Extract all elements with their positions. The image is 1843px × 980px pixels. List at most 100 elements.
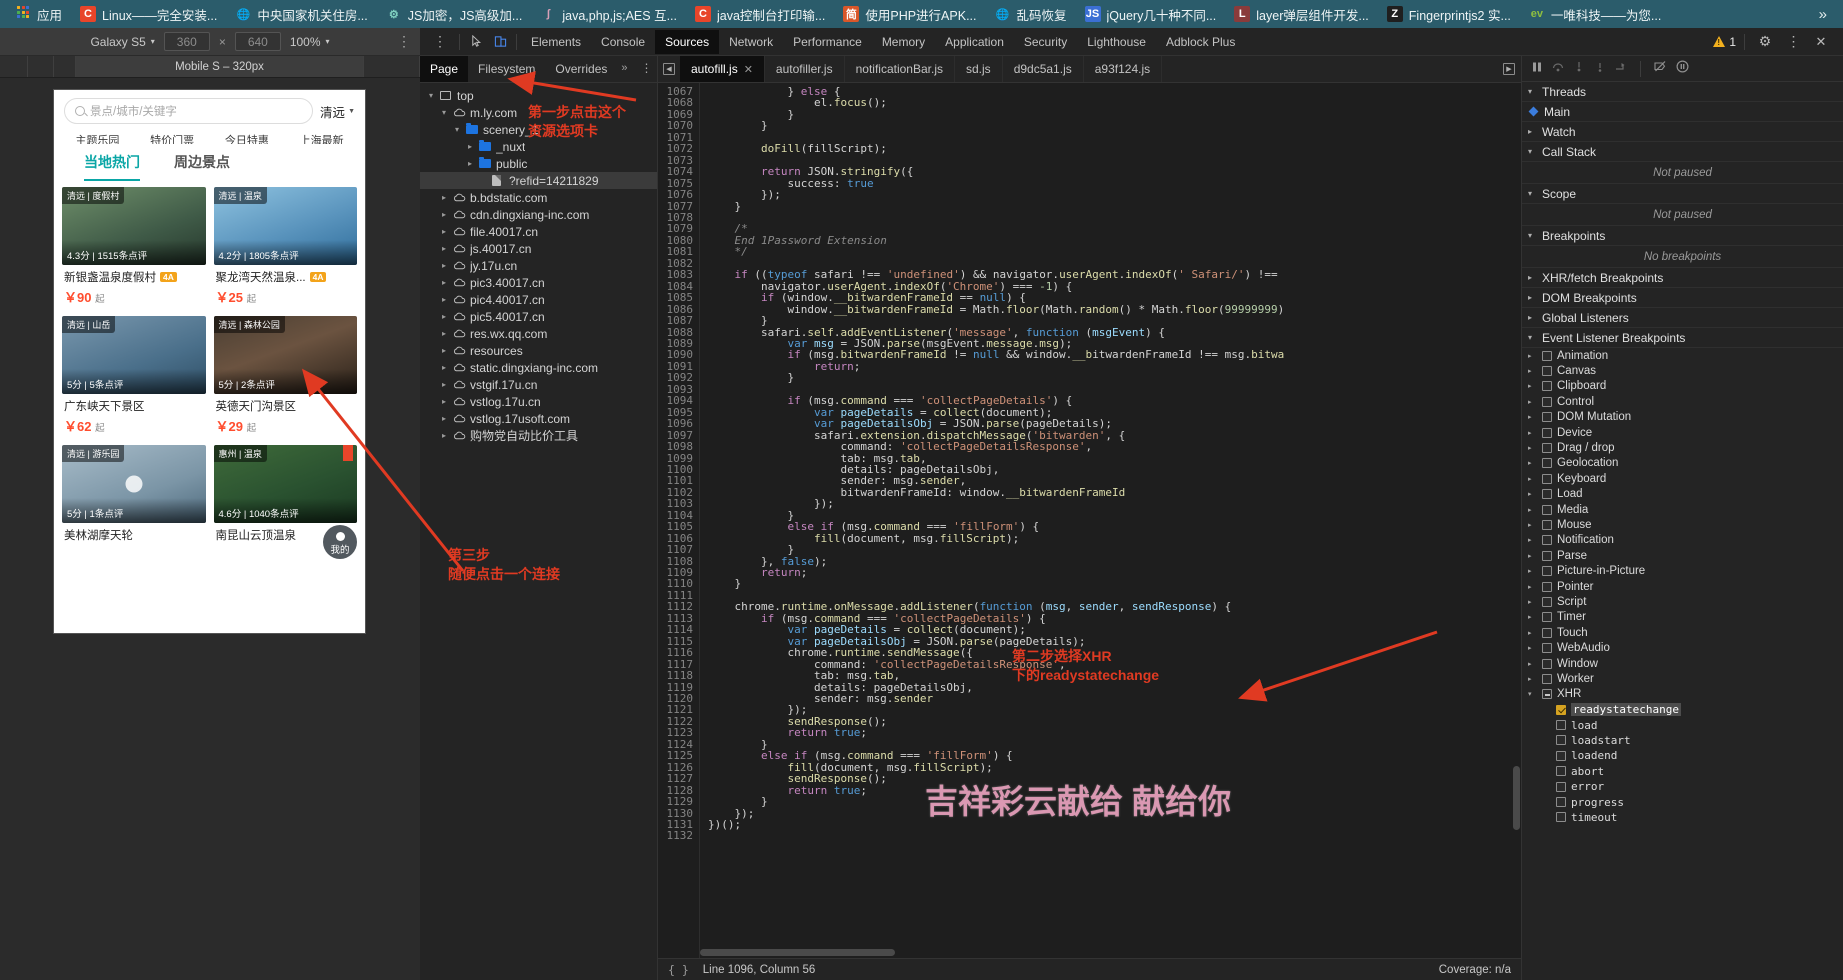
event-listener-row[interactable]: ▸ Animation	[1522, 348, 1843, 363]
inspect-element-icon[interactable]	[464, 31, 488, 53]
tree-node[interactable]: ▸ pic4.40017.cn	[420, 291, 657, 308]
category-item[interactable]: 特价门票	[150, 132, 194, 144]
bookmarks-overflow-icon[interactable]: »	[1809, 4, 1837, 25]
navigator-more-icon[interactable]: ⋮	[632, 56, 661, 82]
chevron-right-icon[interactable]: ▸	[1528, 367, 1537, 375]
event-listener-row[interactable]: error	[1522, 779, 1843, 794]
chevron-right-icon[interactable]: ▸	[439, 244, 449, 253]
device-select[interactable]: Galaxy S5 ▾	[90, 35, 154, 49]
bookmark-item[interactable]: 🌐 乱码恢复	[986, 2, 1076, 27]
chevron-down-icon[interactable]: ▾	[452, 125, 462, 134]
editor-tab-d9dc5a1-js[interactable]: d9dc5a1.js	[1003, 56, 1084, 82]
event-listener-row[interactable]: ▸ Geolocation	[1522, 456, 1843, 471]
navigator-tab-page[interactable]: Page	[420, 56, 469, 82]
tree-node[interactable]: ▾ scenery_1	[420, 121, 657, 138]
editor-horizontal-scrollbar[interactable]	[700, 949, 1513, 956]
debugger-section-xhr-fetch-breakpoints[interactable]: ▸ XHR/fetch Breakpoints	[1522, 268, 1843, 288]
event-listener-row[interactable]: ▸ Window	[1522, 656, 1843, 671]
chevron-right-icon[interactable]: ▸	[465, 159, 475, 168]
device-height-input[interactable]: 640	[234, 32, 281, 51]
debugger-section-event-listener-breakpoints[interactable]: ▾ Event Listener Breakpoints	[1522, 328, 1843, 348]
device-toolbar-toggle-icon[interactable]	[488, 31, 512, 53]
step-icon[interactable]	[1615, 60, 1627, 78]
tab-application[interactable]: Application	[935, 30, 1014, 54]
ruler-segment[interactable]	[364, 56, 420, 77]
gear-icon[interactable]: ⚙	[1753, 31, 1777, 53]
chevron-right-icon[interactable]: ▸	[1528, 675, 1537, 683]
close-icon[interactable]: ✕	[1809, 31, 1833, 53]
event-listener-checkbox[interactable]	[1556, 812, 1566, 823]
chevron-right-icon[interactable]: ▸	[439, 295, 449, 304]
event-listener-checkbox[interactable]	[1556, 735, 1566, 746]
bookmark-item[interactable]: Llayer弹层组件开发...	[1225, 2, 1378, 27]
scrollbar-thumb[interactable]	[700, 949, 895, 956]
event-listener-checkbox[interactable]	[1542, 550, 1552, 561]
chevron-down-icon[interactable]: ▾	[1528, 231, 1537, 240]
ruler-segment[interactable]	[54, 56, 76, 77]
debugger-section-watch[interactable]: ▸ Watch	[1522, 122, 1843, 142]
chevron-right-icon[interactable]: ▸	[1528, 413, 1537, 421]
attraction-card[interactable]: 清远 | 温泉 4.2分 | 1805条点评 聚龙湾天然温泉... 4A ￥25 起	[213, 187, 357, 308]
ruler-segment[interactable]	[0, 56, 28, 77]
chevron-down-icon[interactable]: ▾	[1528, 87, 1537, 96]
chevron-right-icon[interactable]: ▸	[439, 431, 449, 440]
event-listener-row[interactable]: ▸ Control	[1522, 394, 1843, 409]
event-listener-checkbox[interactable]	[1542, 535, 1552, 546]
event-listener-row[interactable]: ▸ Mouse	[1522, 517, 1843, 532]
bookmark-item[interactable]: C Linux——完全安装...	[71, 2, 226, 27]
chevron-right-icon[interactable]: ▸	[1528, 521, 1537, 529]
debugger-section-global-listeners[interactable]: ▸ Global Listeners	[1522, 308, 1843, 328]
event-listener-checkbox[interactable]	[1542, 504, 1552, 515]
chevron-right-icon[interactable]: ▸	[1528, 398, 1537, 406]
chevron-down-icon[interactable]: ▾	[1528, 189, 1537, 198]
ruler-segment[interactable]	[28, 56, 54, 77]
editor-vertical-scrollbar[interactable]	[1513, 83, 1520, 958]
event-listener-row[interactable]: ▸ Canvas	[1522, 363, 1843, 378]
event-listener-row[interactable]: ▸ Picture-in-Picture	[1522, 563, 1843, 578]
attraction-card[interactable]: 清远 | 度假村 4.3分 | 1515条点评 新银盏温泉度假村 4A ￥90 起	[62, 187, 206, 308]
event-listener-row[interactable]: ▾ XHR	[1522, 687, 1843, 702]
bookmark-apps[interactable]: 应用	[6, 2, 71, 27]
source-code[interactable]: } else { el.focus(); } } doFill(fillScri…	[700, 83, 1521, 958]
category-row[interactable]: 主题乐园 特价门票 今日特惠 上海最新	[54, 132, 365, 144]
event-listener-checkbox[interactable]	[1542, 381, 1552, 392]
event-listener-row[interactable]: ▸ Worker	[1522, 671, 1843, 686]
deactivate-breakpoints-icon[interactable]	[1654, 60, 1667, 78]
chevron-right-icon[interactable]: ▸	[1528, 490, 1537, 498]
chevron-down-icon[interactable]: ▾	[426, 91, 436, 100]
device-width-input[interactable]: 360	[163, 32, 210, 51]
chevron-right-icon[interactable]: ▸	[1528, 583, 1537, 591]
category-item[interactable]: 今日特惠	[225, 132, 269, 144]
event-listener-row[interactable]: ▸ Load	[1522, 487, 1843, 502]
emulated-page[interactable]: 景点/城市/关键字 清远 ▼ 主题乐园 特价门票 今日特惠 上海最新 当地热门 周边景点…	[53, 89, 366, 634]
navigator-overflow-icon[interactable]: »	[617, 56, 631, 82]
step-into-icon[interactable]	[1573, 60, 1585, 78]
event-listener-checkbox[interactable]	[1556, 750, 1566, 761]
pause-resume-icon[interactable]	[1531, 60, 1543, 78]
event-listener-row[interactable]: progress	[1522, 794, 1843, 809]
editor-tab-notificationBar-js[interactable]: notificationBar.js	[845, 56, 955, 82]
chevron-right-icon[interactable]: ▸	[1528, 127, 1537, 136]
event-listener-row[interactable]: ▸ DOM Mutation	[1522, 410, 1843, 425]
event-listener-row[interactable]: ▸ Notification	[1522, 533, 1843, 548]
event-listener-checkbox[interactable]	[1542, 581, 1552, 592]
chevron-right-icon[interactable]: ▸	[465, 142, 475, 151]
chevron-right-icon[interactable]: ▸	[439, 261, 449, 270]
event-listener-checkbox[interactable]	[1556, 781, 1566, 792]
event-listener-row[interactable]: ▸ Parse	[1522, 548, 1843, 563]
editor-tab-autofiller-js[interactable]: autofiller.js	[765, 56, 845, 82]
event-listener-checkbox[interactable]	[1542, 443, 1552, 454]
my-account-fab[interactable]: 我的	[323, 525, 357, 559]
thread-main-row[interactable]: Main	[1522, 102, 1843, 122]
event-listener-checkbox[interactable]	[1542, 596, 1552, 607]
bookmark-item[interactable]: ev 一唯科技——为您...	[1520, 2, 1670, 27]
chevron-right-icon[interactable]: ▸	[439, 329, 449, 338]
chevron-right-icon[interactable]: ▸	[439, 346, 449, 355]
city-selector[interactable]: 清远 ▼	[320, 102, 355, 121]
event-listener-checkbox[interactable]	[1542, 458, 1552, 469]
event-listener-checkbox[interactable]	[1542, 412, 1552, 423]
chevron-right-icon[interactable]: ▸	[1528, 598, 1537, 606]
debugger-section-threads[interactable]: ▾ Threads	[1522, 82, 1843, 102]
chevron-right-icon[interactable]: ▸	[1528, 660, 1537, 668]
pause-on-exceptions-icon[interactable]	[1676, 59, 1689, 78]
